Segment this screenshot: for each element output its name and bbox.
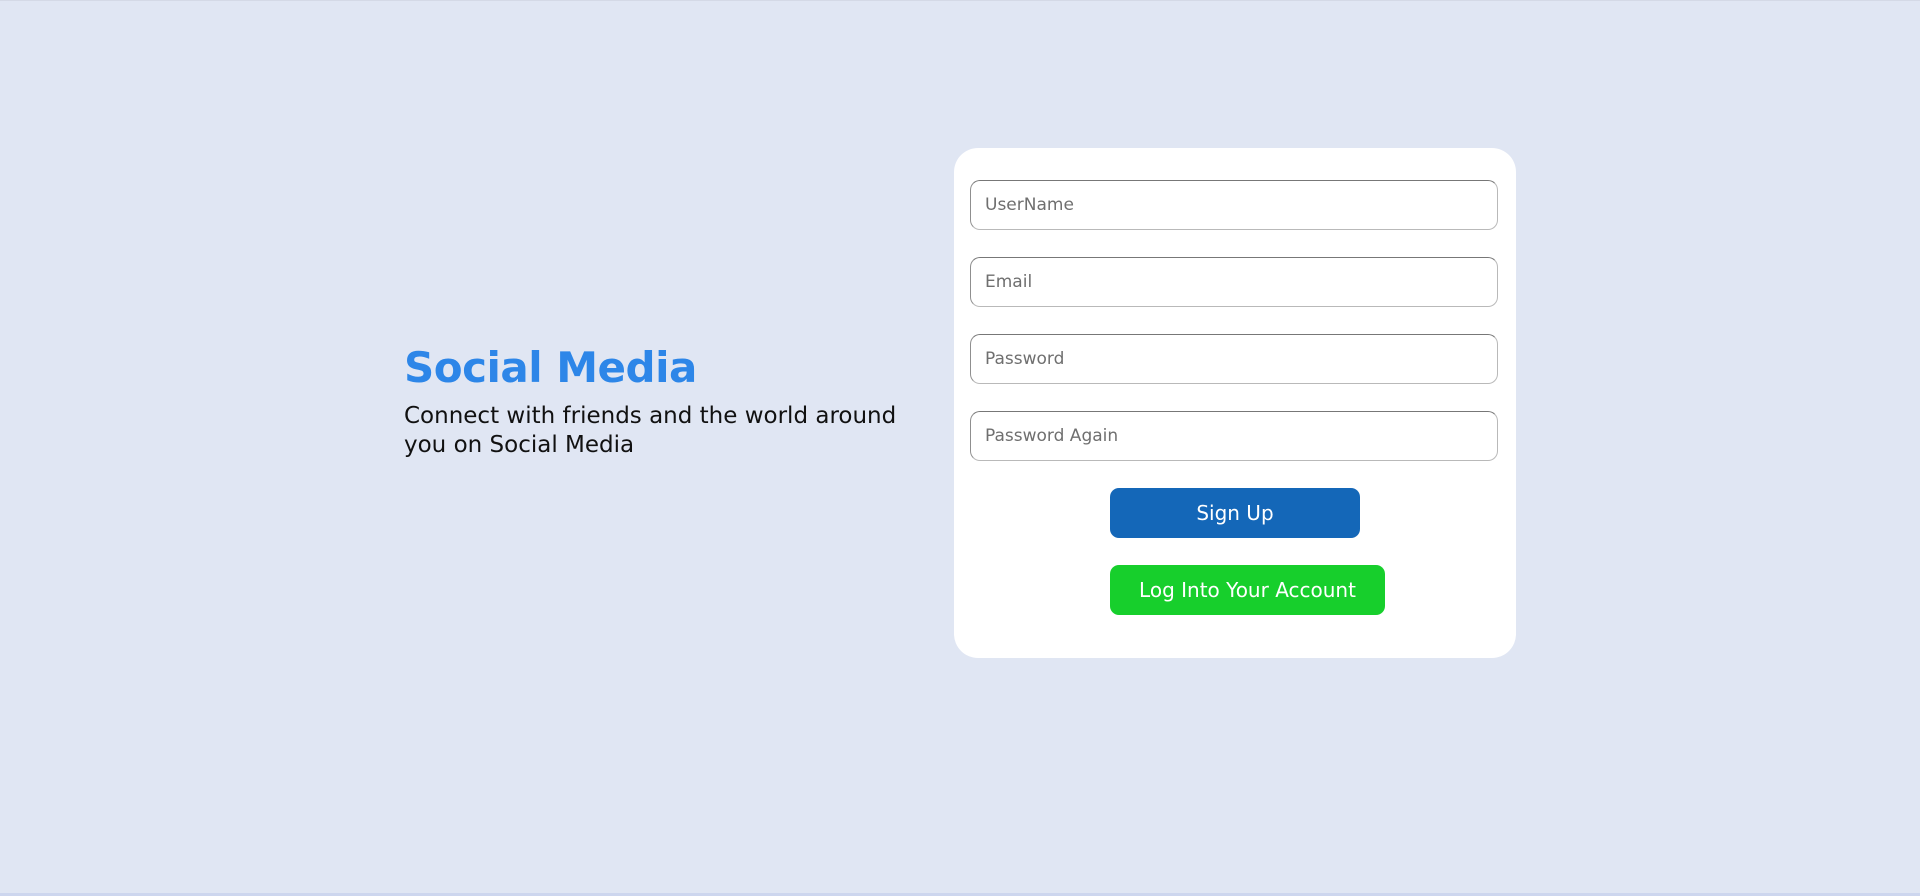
password-again-input[interactable] (970, 411, 1498, 461)
log-into-account-button[interactable]: Log Into Your Account (1110, 565, 1385, 615)
username-input[interactable] (970, 180, 1498, 230)
top-border (0, 0, 1920, 1)
brand-tagline: Connect with friends and the world aroun… (404, 403, 897, 458)
sign-up-button[interactable]: Sign Up (1110, 488, 1360, 538)
signup-card: Sign Up Log Into Your Account (954, 148, 1516, 658)
brand-section: Social Media Connect with friends and th… (404, 340, 924, 460)
brand-title: Social Media (404, 343, 697, 392)
email-input[interactable] (970, 257, 1498, 307)
password-input[interactable] (970, 334, 1498, 384)
